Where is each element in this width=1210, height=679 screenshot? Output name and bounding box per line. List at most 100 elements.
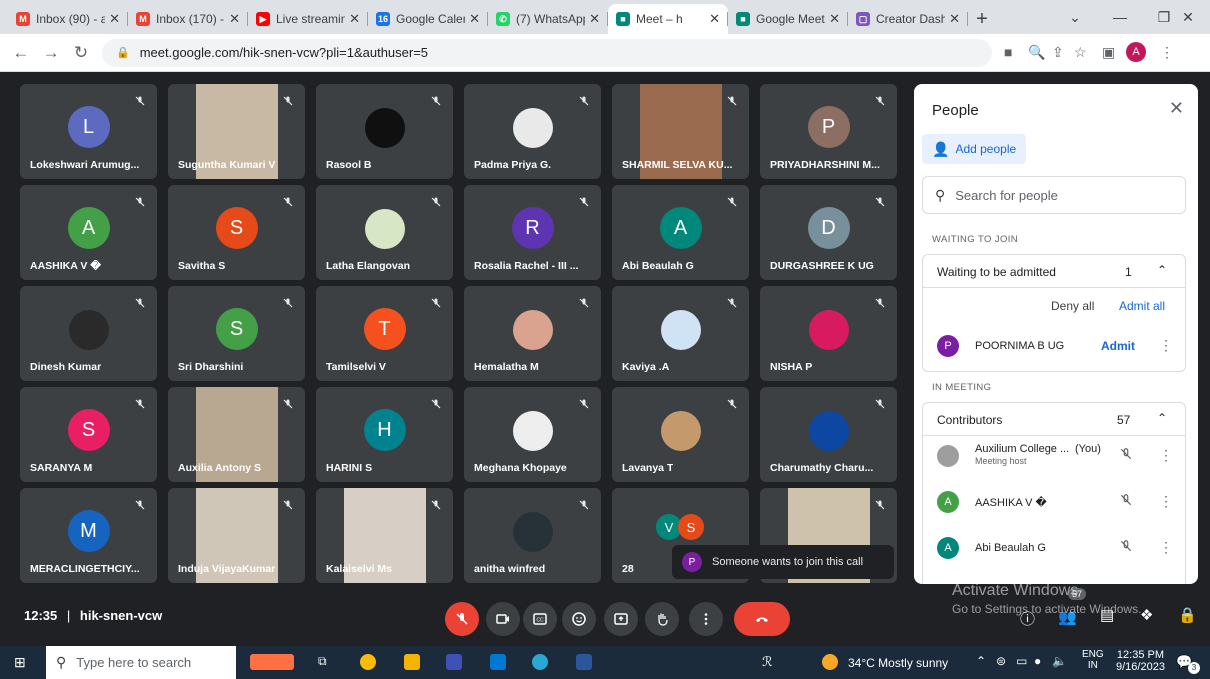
browser-tab[interactable]: 16 Google Calen ✕ [368,4,488,34]
collapse-waiting-icon[interactable]: ⌃ [1157,263,1167,277]
emoji-button[interactable] [562,602,596,636]
participant-tile[interactable]: L Lokeshwari Arumug... [20,84,157,179]
participant-tile[interactable]: Padma Priya G. [464,84,601,179]
camera-in-use-icon[interactable]: ■ [1004,44,1012,60]
participant-tile[interactable]: Suguntha Kumari V [168,84,305,179]
participant-tile[interactable]: H HARINI S [316,387,453,482]
participant-tile[interactable]: Induja VijayaKumar [168,488,305,583]
people-taskbar-icon[interactable]: ℛ [762,654,772,670]
new-tab-button[interactable]: + [968,4,996,34]
captions-button[interactable]: CC [523,602,557,636]
taskbar-clock[interactable]: 12:35 PM 9/16/2023 [1116,649,1165,673]
forward-icon[interactable]: → [36,43,66,63]
profile-avatar[interactable]: A [1126,42,1146,62]
participant-tile[interactable]: Auxilia Antony S [168,387,305,482]
store-icon[interactable] [446,654,462,670]
minimize-icon[interactable]: — [1098,0,1142,34]
mail-icon[interactable] [490,654,506,670]
tab-close-icon[interactable]: ✕ [469,11,480,27]
browser-tab[interactable]: ■ Meet – h ✕ [608,4,728,34]
participant-tile[interactable]: Rasool B [316,84,453,179]
close-panel-icon[interactable]: ✕ [1169,98,1184,119]
admit-all-button[interactable]: Admit all [1119,299,1165,313]
present-button[interactable] [604,602,638,636]
admit-button[interactable]: Admit [1101,339,1135,353]
participant-tile[interactable]: Latha Elangovan [316,185,453,280]
browser-menu-icon[interactable]: ⋮ [1160,44,1174,61]
participant-tile[interactable]: Kaviya .A [612,286,749,381]
tray-chevron-icon[interactable]: ⌃ [976,654,986,668]
word-icon[interactable] [576,654,592,670]
participant-tile[interactable]: P PRIYADHARSHINI M... [760,84,897,179]
file-explorer-icon[interactable] [404,654,420,670]
bookmark-star-icon[interactable]: ☆ [1074,44,1087,61]
add-people-button[interactable]: 👤 Add people [922,134,1027,164]
camera-button[interactable] [486,602,520,636]
participant-tile[interactable]: S Sri Dharshini [168,286,305,381]
weather-icon[interactable] [822,654,838,670]
browser-tab[interactable]: ▢ Creator Dash ✕ [848,4,968,34]
collapse-contributors-icon[interactable]: ⌃ [1157,411,1167,425]
participant-tile[interactable]: SHARMIL SELVA KU... [612,84,749,179]
back-icon[interactable]: ← [6,43,36,63]
mic-tray-icon[interactable]: ● [1034,654,1041,668]
tab-close-icon[interactable]: ✕ [589,11,600,27]
participant-tile[interactable]: Charumathy Charu... [760,387,897,482]
share-icon[interactable]: ⇪ [1052,44,1064,61]
tab-close-icon[interactable]: ✕ [349,11,360,27]
raise-hand-button[interactable] [645,602,679,636]
browser-tab[interactable]: ▶ Live streamin ✕ [248,4,368,34]
participant-tile[interactable]: D DURGASHREE K UG [760,185,897,280]
member-muted-icon[interactable] [1119,493,1133,510]
tab-close-icon[interactable]: ✕ [709,11,720,27]
taskbar-search-field[interactable]: ⚲ Type here to search [46,646,236,679]
zoom-icon[interactable]: 🔍 [1028,44,1045,61]
mic-off-button[interactable] [445,602,479,636]
battery-icon[interactable]: ▭ [1016,654,1027,668]
tab-close-icon[interactable]: ✕ [949,11,960,27]
leave-call-button[interactable] [734,602,790,636]
edge-icon[interactable] [532,654,548,670]
browser-tab[interactable]: ■ Google Meet ✕ [728,4,848,34]
activities-icon[interactable]: ❖ [1140,606,1153,624]
participant-tile[interactable]: anitha winfred [464,488,601,583]
tab-search-icon[interactable]: ⌄ [1053,0,1097,34]
participant-tile[interactable]: Hemalatha M [464,286,601,381]
network-icon[interactable]: ⊜ [996,654,1006,668]
sidepanel-icon[interactable]: ▣ [1102,44,1115,61]
participant-tile[interactable]: M MERACLINGETHCIY... [20,488,157,583]
participant-tile[interactable]: A AASHIKA V � [20,185,157,280]
participant-tile[interactable]: T Tamilselvi V [316,286,453,381]
participant-tile[interactable]: Lavanya T [612,387,749,482]
more-options-icon[interactable]: ⋮ [1159,337,1173,354]
participant-tile[interactable]: S Savitha S [168,185,305,280]
member-options-icon[interactable]: ⋮ [1159,447,1173,464]
deny-all-button[interactable]: Deny all [1051,299,1094,313]
member-muted-icon[interactable] [1119,447,1133,464]
close-window-icon[interactable]: ✕ [1166,0,1210,34]
join-request-toast[interactable]: P Someone wants to join this call [672,545,894,579]
reload-icon[interactable]: ↻ [66,43,96,63]
browser-tab[interactable]: M Inbox (170) - ✕ [128,4,248,34]
search-people-field[interactable]: ⚲ Search for people [922,176,1186,214]
participant-tile[interactable]: Kalaiselvi Ms [316,488,453,583]
participant-tile[interactable]: NISHA P [760,286,897,381]
host-controls-icon[interactable]: 🔒 [1178,606,1197,624]
more-options-button[interactable] [689,602,723,636]
tab-close-icon[interactable]: ✕ [109,11,120,27]
member-muted-icon[interactable] [1119,539,1133,556]
tab-close-icon[interactable]: ✕ [229,11,240,27]
participant-tile[interactable]: R Rosalia Rachel - III ... [464,185,601,280]
language-indicator[interactable]: ENG IN [1082,649,1104,671]
tab-close-icon[interactable]: ✕ [829,11,840,27]
participant-tile[interactable]: Dinesh Kumar [20,286,157,381]
member-options-icon[interactable]: ⋮ [1159,493,1173,510]
news-widget-icon[interactable] [250,654,294,670]
volume-icon[interactable]: 🔈 [1052,654,1067,668]
participant-tile[interactable]: Meghana Khopaye [464,387,601,482]
participant-tile[interactable]: A Abi Beaulah G [612,185,749,280]
participant-tile[interactable]: S SARANYA M [20,387,157,482]
member-options-icon[interactable]: ⋮ [1159,539,1173,556]
task-view-icon[interactable]: ⧉ [318,654,327,669]
weather-text[interactable]: 34°C Mostly sunny [848,656,948,670]
